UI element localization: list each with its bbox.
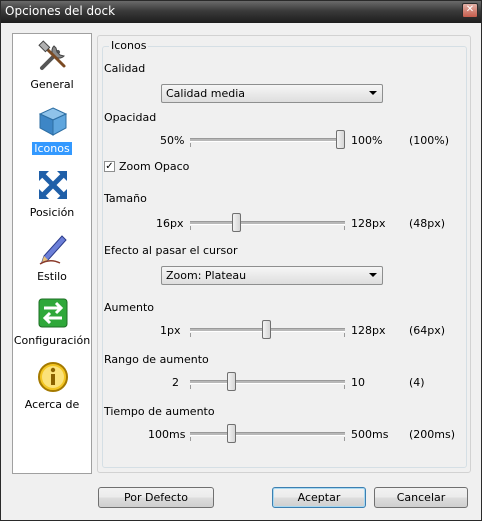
tiempo-current: (200ms) <box>409 428 456 441</box>
accept-button[interactable]: Aceptar <box>272 487 366 508</box>
rango-slider[interactable] <box>190 371 345 393</box>
rango-current: (4) <box>409 376 425 389</box>
slider-tick <box>344 437 345 441</box>
rango-max: 10 <box>351 376 365 389</box>
close-icon: ✕ <box>465 4 475 15</box>
opacidad-current: (100%) <box>409 134 450 147</box>
sidebar-item-label: Estilo <box>37 270 67 283</box>
dialog-body: General Iconos Posición Estilo Configura… <box>6 27 476 515</box>
pen-icon <box>39 235 67 265</box>
move-arrows-icon <box>39 171 67 199</box>
cube-icon <box>38 107 68 136</box>
slider-thumb[interactable] <box>227 424 236 443</box>
zoom-opaco-checkbox[interactable]: ✓ <box>104 161 115 172</box>
cancel-button[interactable]: Cancelar <box>374 487 468 508</box>
slider-tick <box>190 385 191 389</box>
slider-thumb[interactable] <box>336 130 345 149</box>
aumento-slider[interactable] <box>190 319 345 341</box>
tiempo-max: 500ms <box>351 428 389 441</box>
close-button[interactable]: ✕ <box>462 3 478 18</box>
calidad-label: Calidad <box>104 62 146 75</box>
chevron-down-icon <box>369 91 377 95</box>
tamano-label: Tamaño <box>104 192 147 205</box>
slider-tick <box>344 226 345 230</box>
rango-min: 2 <box>172 376 179 389</box>
rango-label: Rango de aumento <box>104 353 209 366</box>
slider-tick <box>190 333 191 337</box>
tamano-current: (48px) <box>409 217 446 230</box>
category-sidebar: General Iconos Posición Estilo Configura… <box>12 33 92 474</box>
tamano-min: 16px <box>156 217 184 230</box>
sidebar-item-label: General <box>30 78 74 91</box>
dock-options-window: Opciones del dock ✕ General Iconos Posic… <box>0 0 482 521</box>
slider-tick <box>190 143 191 147</box>
efecto-select[interactable]: Zoom: Plateau <box>161 266 383 285</box>
slider-thumb[interactable] <box>262 320 271 339</box>
slider-track[interactable] <box>190 138 345 142</box>
sidebar-item-label: Posición <box>29 206 75 219</box>
tools-icon <box>38 40 66 70</box>
opacidad-min: 50% <box>160 134 185 147</box>
iconos-group: Iconos Calidad Calidad media Opacidad 50… <box>102 39 467 468</box>
window-title: Opciones del dock <box>5 4 116 18</box>
slider-thumb[interactable] <box>227 372 236 391</box>
tiempo-slider[interactable] <box>190 423 345 445</box>
sidebar-item-label: Iconos <box>32 142 72 155</box>
title-bar[interactable]: Opciones del dock ✕ <box>1 1 481 23</box>
opacidad-label: Opacidad <box>104 111 157 124</box>
calidad-value: Calidad media <box>166 87 245 100</box>
zoom-opaco-label: Zoom Opaco <box>119 160 190 173</box>
tamano-max: 128px <box>351 217 386 230</box>
sidebar-item-label: Configuración <box>13 334 91 347</box>
efecto-value: Zoom: Plateau <box>166 269 247 282</box>
slider-tick <box>344 385 345 389</box>
aumento-label: Aumento <box>104 301 154 314</box>
check-icon: ✓ <box>105 161 114 172</box>
sidebar-item-label: Acerca de <box>24 398 80 411</box>
tiempo-min: 100ms <box>148 428 186 441</box>
aumento-min: 1px <box>160 324 181 337</box>
group-title: Iconos <box>109 39 149 52</box>
aumento-current: (64px) <box>409 324 446 337</box>
tiempo-label: Tiempo de aumento <box>104 405 215 418</box>
chevron-down-icon <box>369 273 377 277</box>
settings-panel: Iconos Calidad Calidad media Opacidad 50… <box>97 35 471 473</box>
info-icon <box>38 362 68 392</box>
slider-tick <box>344 333 345 337</box>
aumento-max: 128px <box>351 324 386 337</box>
efecto-label: Efecto al pasar el cursor <box>104 244 238 257</box>
slider-track[interactable] <box>190 432 345 436</box>
opacidad-slider[interactable] <box>190 129 345 151</box>
swap-arrows-icon <box>38 298 68 328</box>
slider-tick <box>190 437 191 441</box>
slider-track[interactable] <box>190 380 345 384</box>
tamano-slider[interactable] <box>190 212 345 234</box>
slider-tick <box>190 226 191 230</box>
slider-track[interactable] <box>190 221 345 225</box>
default-button[interactable]: Por Defecto <box>98 487 214 508</box>
slider-thumb[interactable] <box>232 213 241 232</box>
calidad-select[interactable]: Calidad media <box>161 84 383 103</box>
opacidad-max: 100% <box>351 134 383 147</box>
